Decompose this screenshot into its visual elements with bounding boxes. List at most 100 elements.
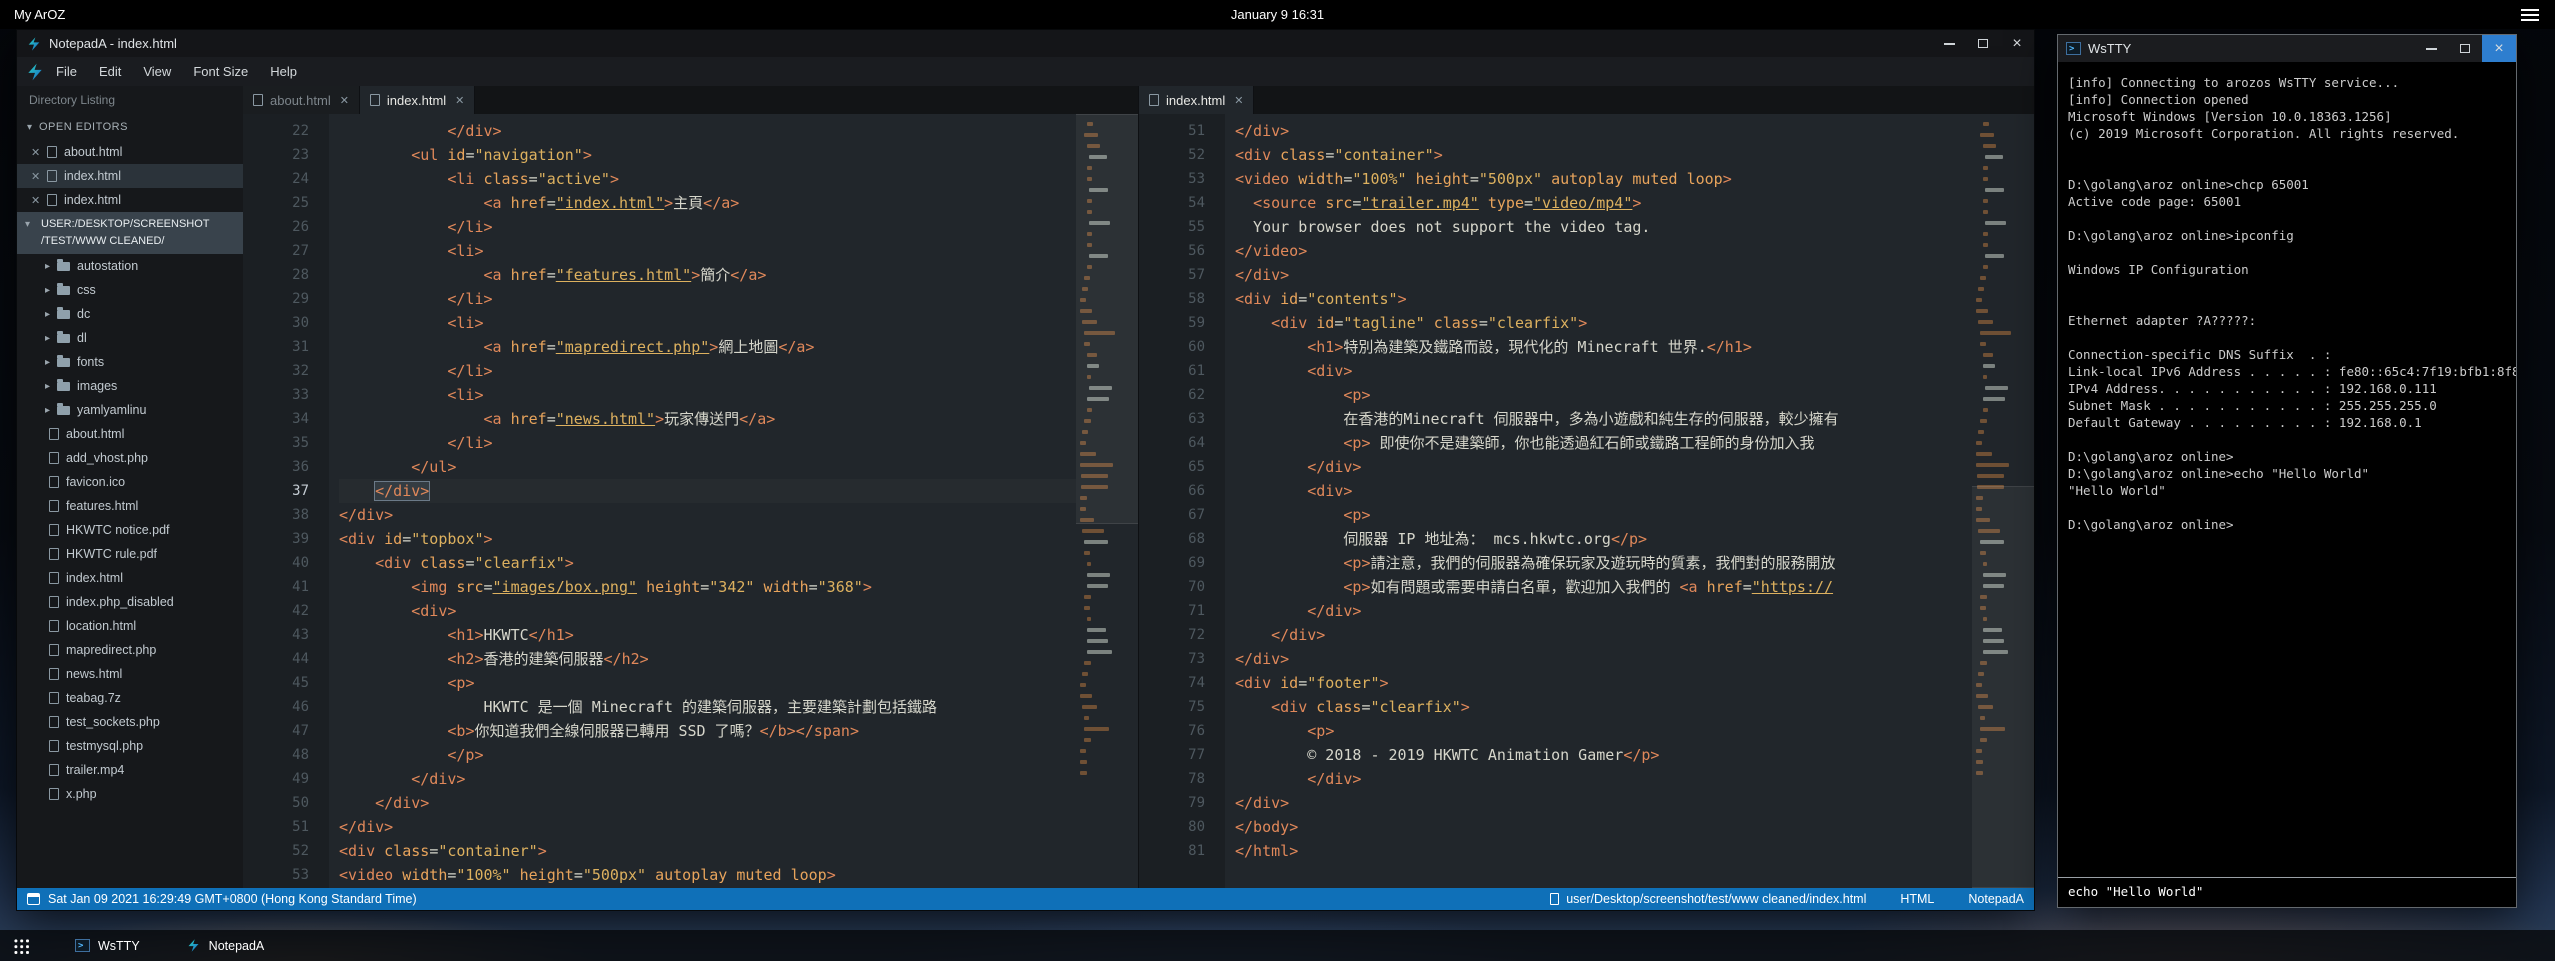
code-line[interactable]: <div class="container"> (339, 839, 1076, 863)
minimize-button[interactable] (2414, 35, 2448, 62)
sidebar-folder[interactable]: ▸fonts (17, 350, 243, 374)
code-line[interactable]: <div> (1235, 359, 1972, 383)
code-line[interactable]: <li> (339, 311, 1076, 335)
code-line[interactable]: <img src="images/box.png" height="342" w… (339, 575, 1076, 599)
maximize-button[interactable] (2448, 35, 2482, 62)
sidebar-file[interactable]: favicon.ico (17, 470, 243, 494)
code-line[interactable]: <a href="mapredirect.php">網上地圖</a> (339, 335, 1076, 359)
code-line[interactable]: <p>如有問題或需要申請白名單，歡迎加入我們的 <a href="https:/… (1235, 575, 1972, 599)
code-line[interactable]: <div id="tagline" class="clearfix"> (1235, 311, 1972, 335)
hamburger-menu-icon[interactable] (2521, 14, 2539, 16)
sidebar-file[interactable]: trailer.mp4 (17, 758, 243, 782)
sidebar-file[interactable]: test_sockets.php (17, 710, 243, 734)
code-line[interactable]: <p> 即使你不是建築師，你也能透過紅石師或鐵路工程師的身份加入我 (1235, 431, 1972, 455)
notepad-titlebar[interactable]: NotepadA - index.html × (17, 30, 2034, 57)
code-line[interactable]: </div> (339, 479, 1076, 503)
menu-file[interactable]: File (45, 57, 88, 86)
code-line[interactable]: <h1>HKWTC</h1> (339, 623, 1076, 647)
code-line[interactable]: <ul id="navigation"> (339, 143, 1076, 167)
taskbar-item-wstty[interactable]: WsTTY (75, 930, 140, 961)
maximize-button[interactable] (1966, 30, 2000, 57)
start-menu-icon[interactable] (13, 938, 29, 954)
menu-view[interactable]: View (132, 57, 182, 86)
code-line[interactable]: 伺服器 IP 地址為： mcs.hkwtc.org</p> (1235, 527, 1972, 551)
sidebar-file[interactable]: about.html (17, 422, 243, 446)
code-line[interactable]: <div> (1235, 479, 1972, 503)
aroz-brand[interactable]: My ArOZ (14, 7, 65, 22)
close-tab-icon[interactable]: ✕ (455, 94, 464, 107)
code-line[interactable]: </div> (1235, 599, 1972, 623)
code-line[interactable]: <b>你知道我們全線伺服器已轉用 SSD 了嗎？</b></span> (339, 719, 1076, 743)
code-line[interactable]: <p>請注意，我們的伺服器為確保玩家及遊玩時的質素，我們對的服務開放 (1235, 551, 1972, 575)
code-line[interactable]: <li class="active"> (339, 167, 1076, 191)
code-line[interactable]: <div id="topbox"> (339, 527, 1076, 551)
code-line[interactable]: </ul> (339, 455, 1076, 479)
workspace-root[interactable]: ▾ USER:/DESKTOP/SCREENSHOT /TEST/WWW CLE… (17, 212, 243, 254)
terminal-output[interactable]: [info] Connecting to arozos WsTTY servic… (2058, 62, 2516, 877)
code-line[interactable]: </div> (339, 503, 1076, 527)
code-line[interactable]: <a href="index.html">主頁</a> (339, 191, 1076, 215)
code-editor[interactable]: </div> <div class="container"><video widt… (1225, 114, 1972, 888)
open-editors-header[interactable]: ▾OPEN EDITORS (17, 114, 243, 140)
code-editor[interactable]: </div> <ul id="navigation"> <li class="a… (329, 114, 1076, 888)
editor-tab[interactable]: index.html✕ (360, 86, 475, 114)
sidebar-folder[interactable]: ▸images (17, 374, 243, 398)
sidebar-file[interactable]: location.html (17, 614, 243, 638)
code-line[interactable]: <p> (1235, 719, 1972, 743)
code-line[interactable]: <h2>香港的建築伺服器</h2> (339, 647, 1076, 671)
sidebar-file[interactable]: features.html (17, 494, 243, 518)
sidebar-folder[interactable]: ▸dc (17, 302, 243, 326)
close-tab-icon[interactable]: ✕ (1234, 94, 1243, 107)
code-line[interactable]: © 2018 - 2019 HKWTC Animation Gamer</p> (1235, 743, 1972, 767)
code-line[interactable]: HKWTC 是一個 Minecraft 的建築伺服器，主要建築計劃包括鐵路 (339, 695, 1076, 719)
close-editor-icon[interactable]: ✕ (31, 146, 47, 159)
sidebar-file[interactable]: x.php (17, 782, 243, 806)
close-tab-icon[interactable]: ✕ (340, 94, 349, 107)
code-line[interactable]: <div class="clearfix"> (1235, 695, 1972, 719)
sidebar-file[interactable]: teabag.7z (17, 686, 243, 710)
code-line[interactable]: </video> (1235, 239, 1972, 263)
open-editor-item[interactable]: ✕index.html (17, 164, 243, 188)
editor-tab[interactable]: about.html✕ (243, 86, 360, 114)
sidebar-file[interactable]: mapredirect.php (17, 638, 243, 662)
code-line[interactable]: </p> (339, 743, 1076, 767)
code-line[interactable]: <div class="container"> (1235, 143, 1972, 167)
sidebar-file[interactable]: index.php_disabled (17, 590, 243, 614)
code-line[interactable]: </div> (339, 791, 1076, 815)
line-number-gutter[interactable]: 5152535455565758596061626364656667686970… (1139, 114, 1225, 888)
sidebar-folder[interactable]: ▸autostation (17, 254, 243, 278)
code-line[interactable]: </div> (1235, 263, 1972, 287)
sidebar-folder[interactable]: ▸css (17, 278, 243, 302)
close-button[interactable]: × (2000, 30, 2034, 57)
menu-edit[interactable]: Edit (88, 57, 132, 86)
code-line[interactable]: <p> (1235, 383, 1972, 407)
code-line[interactable]: </li> (339, 359, 1076, 383)
sidebar-file[interactable]: HKWTC notice.pdf (17, 518, 243, 542)
code-line[interactable]: </body> (1235, 815, 1972, 839)
close-editor-icon[interactable]: ✕ (31, 170, 47, 183)
code-line[interactable]: <video width="100%" height="500px" autop… (339, 863, 1076, 887)
sidebar-file[interactable]: add_vhost.php (17, 446, 243, 470)
sidebar-folder[interactable]: ▸yamlyamlinu (17, 398, 243, 422)
code-line[interactable]: </html> (1235, 839, 1972, 863)
code-line[interactable]: <video width="100%" height="500px" autop… (1235, 167, 1972, 191)
menu-help[interactable]: Help (259, 57, 308, 86)
code-line[interactable]: <div id="footer"> (1235, 671, 1972, 695)
close-editor-icon[interactable]: ✕ (31, 194, 47, 207)
code-line[interactable]: </div> (339, 119, 1076, 143)
code-line[interactable]: <div class="clearfix"> (339, 551, 1076, 575)
code-line[interactable]: </div> (1235, 647, 1972, 671)
open-editor-item[interactable]: ✕about.html (17, 140, 243, 164)
code-line[interactable]: <a href="features.html">簡介</a> (339, 263, 1076, 287)
sidebar-file[interactable]: HKWTC rule.pdf (17, 542, 243, 566)
sidebar-file[interactable]: news.html (17, 662, 243, 686)
terminal-input[interactable]: echo "Hello World" (2058, 877, 2516, 907)
open-editor-item[interactable]: ✕index.html (17, 188, 243, 212)
code-line[interactable]: <div id="contents"> (1235, 287, 1972, 311)
editor-tab[interactable]: index.html✕ (1139, 86, 1254, 114)
code-line[interactable]: </div> (1235, 791, 1972, 815)
minimap-viewport[interactable] (1972, 486, 2034, 888)
code-line[interactable]: <a href="news.html">玩家傳送門</a> (339, 407, 1076, 431)
code-line[interactable]: <p> (1235, 503, 1972, 527)
sidebar-file[interactable]: testmysql.php (17, 734, 243, 758)
